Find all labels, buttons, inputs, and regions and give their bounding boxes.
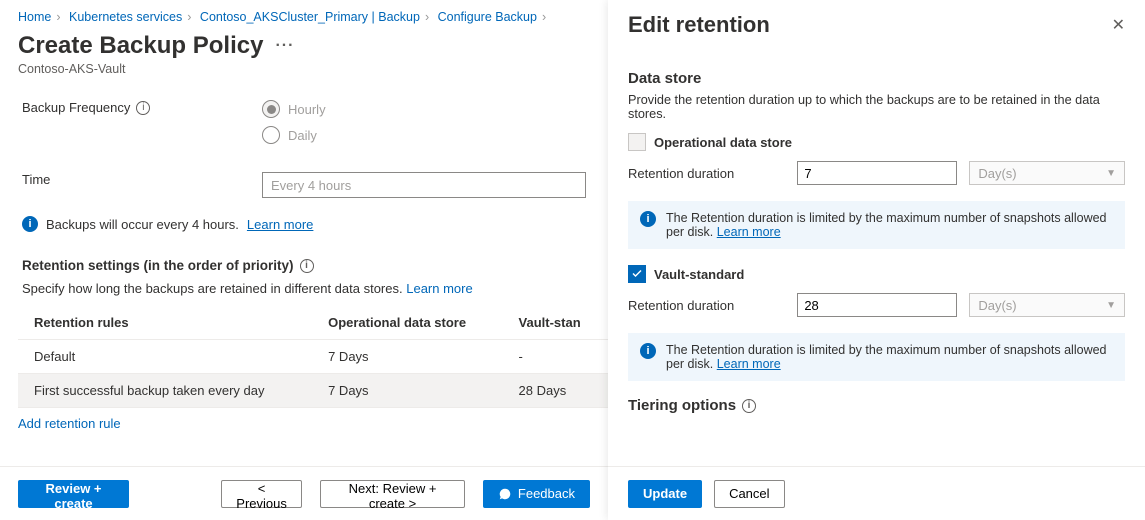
breadcrumb: Home › Kubernetes services › Contoso_AKSCl… <box>0 0 608 30</box>
vault-checkbox[interactable] <box>628 265 646 283</box>
breadcrumb-cluster[interactable]: Contoso_AKSCluster_Primary | Backup <box>200 10 420 24</box>
col-retention-rules: Retention rules <box>18 306 312 340</box>
previous-button[interactable]: < Previous <box>221 480 302 508</box>
ods-notice: i The Retention duration is limited by t… <box>628 201 1125 249</box>
cell-rule: First successful backup taken every day <box>18 374 312 408</box>
breadcrumb-services[interactable]: Kubernetes services <box>69 10 182 24</box>
vault-unit-label: Day(s) <box>978 298 1016 313</box>
tiering-options-heading: Tiering options <box>628 397 736 414</box>
ods-unit-label: Day(s) <box>978 166 1016 181</box>
radio-daily[interactable]: Daily <box>262 126 586 144</box>
ods-duration-input[interactable] <box>797 161 957 185</box>
chevron-right-icon: › <box>542 10 546 24</box>
cell-vault: 28 Days <box>503 374 608 408</box>
ods-unit-dropdown[interactable]: Day(s) ▼ <box>969 161 1125 185</box>
breadcrumb-home[interactable]: Home <box>18 10 51 24</box>
close-icon[interactable]: ✕ <box>1112 15 1125 35</box>
learn-more-link[interactable]: Learn more <box>406 281 472 296</box>
retention-duration-label: Retention duration <box>628 298 785 313</box>
cell-ods: 7 Days <box>312 340 502 374</box>
vault-duration-input[interactable] <box>797 293 957 317</box>
page-title: Create Backup Policy ··· <box>0 30 608 60</box>
table-row[interactable]: First successful backup taken every day … <box>18 374 608 408</box>
vault-notice: i The Retention duration is limited by t… <box>628 333 1125 381</box>
info-icon[interactable]: i <box>300 259 314 273</box>
vault-unit-dropdown[interactable]: Day(s) ▼ <box>969 293 1125 317</box>
backup-frequency-label: Backup Frequency i <box>22 100 262 115</box>
ods-checkbox <box>628 133 646 151</box>
info-icon[interactable]: i <box>742 399 756 413</box>
data-store-desc: Provide the retention duration up to whi… <box>628 93 1125 121</box>
chevron-right-icon: › <box>187 10 191 24</box>
vault-name: Contoso-AKS-Vault <box>0 60 608 90</box>
col-vault: Vault-stan <box>503 306 608 340</box>
backup-info-text: Backups will occur every 4 hours. <box>46 217 239 232</box>
chevron-down-icon: ▼ <box>1106 168 1116 179</box>
next-button[interactable]: Next: Review + create > <box>320 480 465 508</box>
feedback-button[interactable]: Feedback <box>483 480 590 508</box>
radio-hourly-label: Hourly <box>288 102 326 117</box>
radio-icon <box>262 126 280 144</box>
footer: Review + create < Previous Next: Review … <box>0 466 608 520</box>
data-store-heading: Data store <box>628 70 1125 87</box>
info-icon: i <box>22 216 38 232</box>
cancel-button[interactable]: Cancel <box>714 480 784 508</box>
retention-duration-label: Retention duration <box>628 166 785 181</box>
panel-title: Edit retention <box>628 12 770 38</box>
panel-footer: Update Cancel <box>608 466 1145 520</box>
learn-more-link[interactable]: Learn more <box>247 217 313 232</box>
chevron-right-icon: › <box>56 10 60 24</box>
radio-daily-label: Daily <box>288 128 317 143</box>
radio-hourly[interactable]: Hourly <box>262 100 586 118</box>
cell-ods: 7 Days <box>312 374 502 408</box>
more-icon[interactable]: ··· <box>275 37 294 55</box>
person-feedback-icon <box>498 487 512 501</box>
page-title-text: Create Backup Policy <box>18 32 263 60</box>
edit-retention-panel: Edit retention ✕ Data store Provide the … <box>608 0 1145 520</box>
cell-vault: - <box>503 340 608 374</box>
learn-more-link[interactable]: Learn more <box>717 357 781 371</box>
retention-settings-heading: Retention settings (in the order of prio… <box>22 258 294 273</box>
cell-rule: Default <box>18 340 312 374</box>
info-icon: i <box>640 211 656 227</box>
review-create-button[interactable]: Review + create <box>18 480 129 508</box>
time-label: Time <box>22 172 262 187</box>
feedback-label: Feedback <box>518 486 575 501</box>
retention-desc: Specify how long the backups are retaine… <box>22 281 403 296</box>
vault-checkbox-label: Vault-standard <box>654 267 744 282</box>
retention-table: Retention rules Operational data store V… <box>18 306 608 408</box>
ods-checkbox-label: Operational data store <box>654 135 792 150</box>
update-button[interactable]: Update <box>628 480 702 508</box>
info-icon: i <box>640 343 656 359</box>
learn-more-link[interactable]: Learn more <box>717 225 781 239</box>
chevron-down-icon: ▼ <box>1106 300 1116 311</box>
radio-icon <box>262 100 280 118</box>
info-icon[interactable]: i <box>136 101 150 115</box>
breadcrumb-configure[interactable]: Configure Backup <box>438 10 537 24</box>
add-retention-rule-link[interactable]: Add retention rule <box>18 416 121 431</box>
time-input <box>262 172 586 198</box>
chevron-right-icon: › <box>425 10 429 24</box>
col-ods: Operational data store <box>312 306 502 340</box>
table-row[interactable]: Default 7 Days - <box>18 340 608 374</box>
